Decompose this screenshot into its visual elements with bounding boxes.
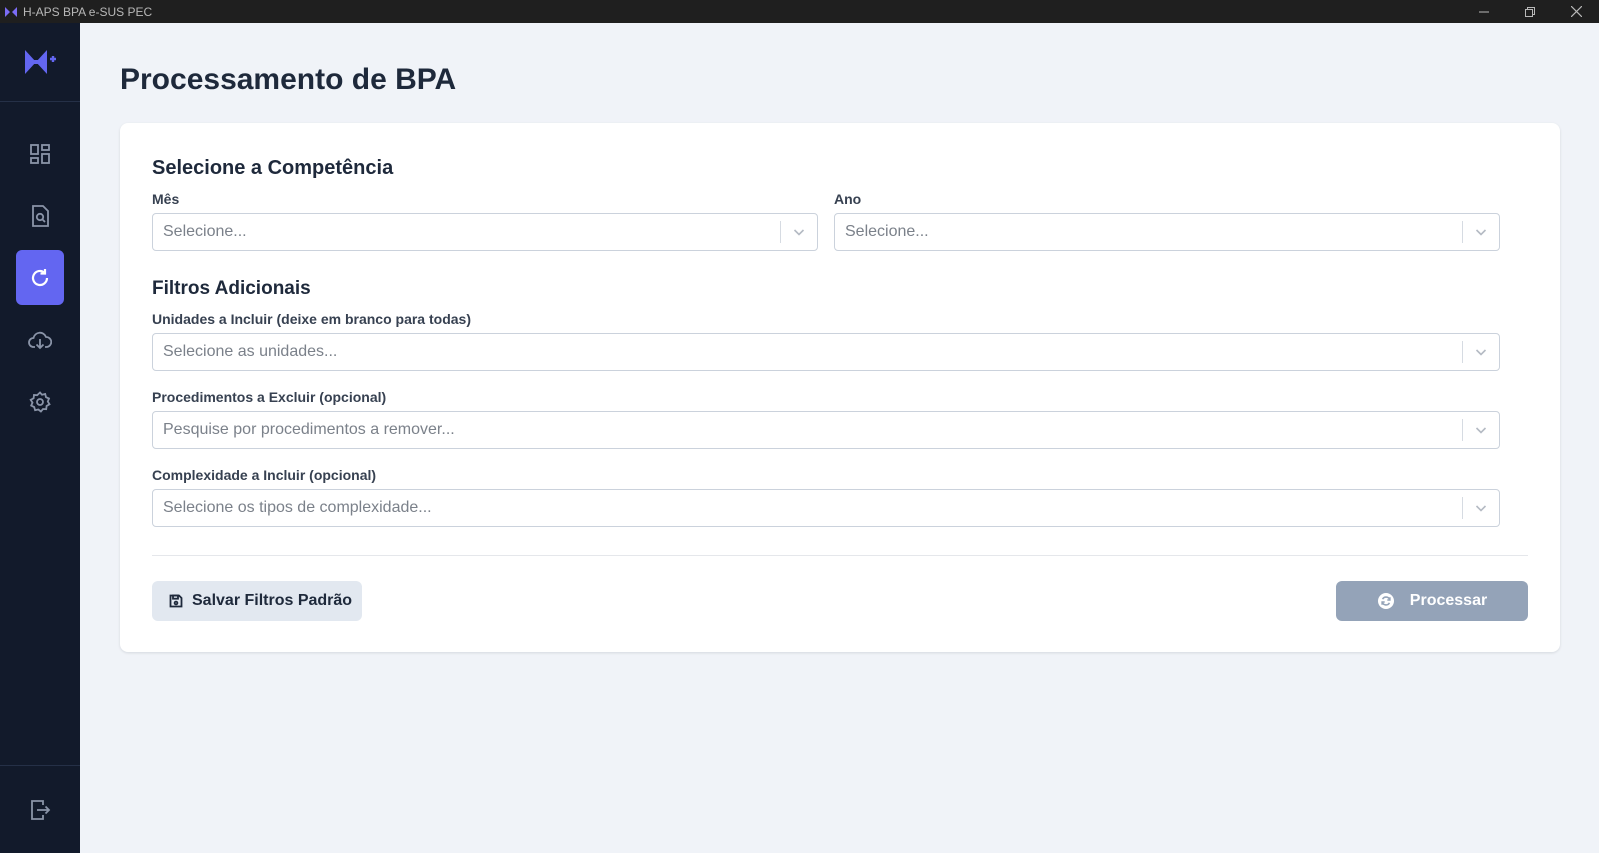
competencia-section-title: Selecione a Competência [152,157,394,179]
main-content: Processamento de BPA Selecione a Competê… [80,23,1599,853]
chevron-down-icon[interactable] [1463,412,1499,448]
sidebar-item-dashboard[interactable] [16,126,64,181]
restore-button[interactable] [1507,0,1553,23]
chevron-down-icon[interactable] [1463,334,1499,370]
sidebar-item-settings[interactable] [16,374,64,429]
minimize-icon [1479,11,1489,12]
sidebar-item-search-document[interactable] [16,188,64,243]
h-plus-logo-icon [25,50,56,74]
procedimentos-select[interactable]: Pesquise por procedimentos a remover... [152,411,1500,449]
dashboard-icon [30,143,50,164]
unidades-label: Unidades a Incluir (deixe em branco para… [152,311,471,327]
sidebar-footer [0,765,80,853]
window-titlebar: H-APS BPA e-SUS PEC [0,0,1599,23]
gear-icon [29,390,51,413]
processing-form-card: Selecione a Competência Mês Selecione...… [120,123,1560,652]
ano-label: Ano [834,191,862,207]
app-logo-icon [5,5,19,19]
minimize-button[interactable] [1461,0,1507,23]
cloud-download-icon [28,331,52,349]
procedimentos-select-placeholder: Pesquise por procedimentos a remover... [163,421,455,438]
unidades-select-placeholder: Selecione as unidades... [163,343,338,360]
complexidade-label: Complexidade a Incluir (opcional) [152,467,377,483]
search-document-icon [32,204,49,227]
save-default-filters-button[interactable]: Salvar Filtros Padrão [152,581,362,621]
logout-icon [31,799,51,820]
window-controls [1461,0,1599,23]
sync-icon [1377,593,1394,609]
sidebar-logo[interactable] [0,23,80,102]
filtros-section-title: Filtros Adicionais [152,278,311,299]
ano-select[interactable]: Selecione... [834,213,1500,251]
close-button[interactable] [1553,0,1599,23]
mes-label: Mês [152,191,180,207]
window-title: H-APS BPA e-SUS PEC [23,4,153,19]
unidades-select[interactable]: Selecione as unidades... [152,333,1500,371]
floppy-disk-icon [169,594,183,608]
chevron-down-icon[interactable] [781,214,817,250]
restore-icon [1525,6,1535,17]
page-title: Processamento de BPA [120,63,457,96]
process-button-label: Processar [1409,592,1488,609]
sidebar-item-download[interactable] [16,312,64,367]
procedimentos-label: Procedimentos a Excluir (opcional) [152,389,387,405]
form-divider [152,555,1528,556]
process-button[interactable]: Processar [1336,581,1528,621]
close-icon [1570,6,1582,17]
chevron-down-icon[interactable] [1463,490,1499,526]
complexidade-select[interactable]: Selecione os tipos de complexidade... [152,489,1500,527]
refresh-icon [31,268,49,286]
save-default-filters-label: Salvar Filtros Padrão [192,592,353,609]
chevron-down-icon[interactable] [1463,214,1499,250]
ano-select-placeholder: Selecione... [845,223,929,240]
sidebar-item-processing[interactable] [16,250,64,305]
complexidade-select-placeholder: Selecione os tipos de complexidade... [163,499,432,516]
logout-button[interactable] [20,790,60,830]
mes-select-placeholder: Selecione... [163,223,247,240]
mes-select[interactable]: Selecione... [152,213,818,251]
sidebar [0,23,80,853]
